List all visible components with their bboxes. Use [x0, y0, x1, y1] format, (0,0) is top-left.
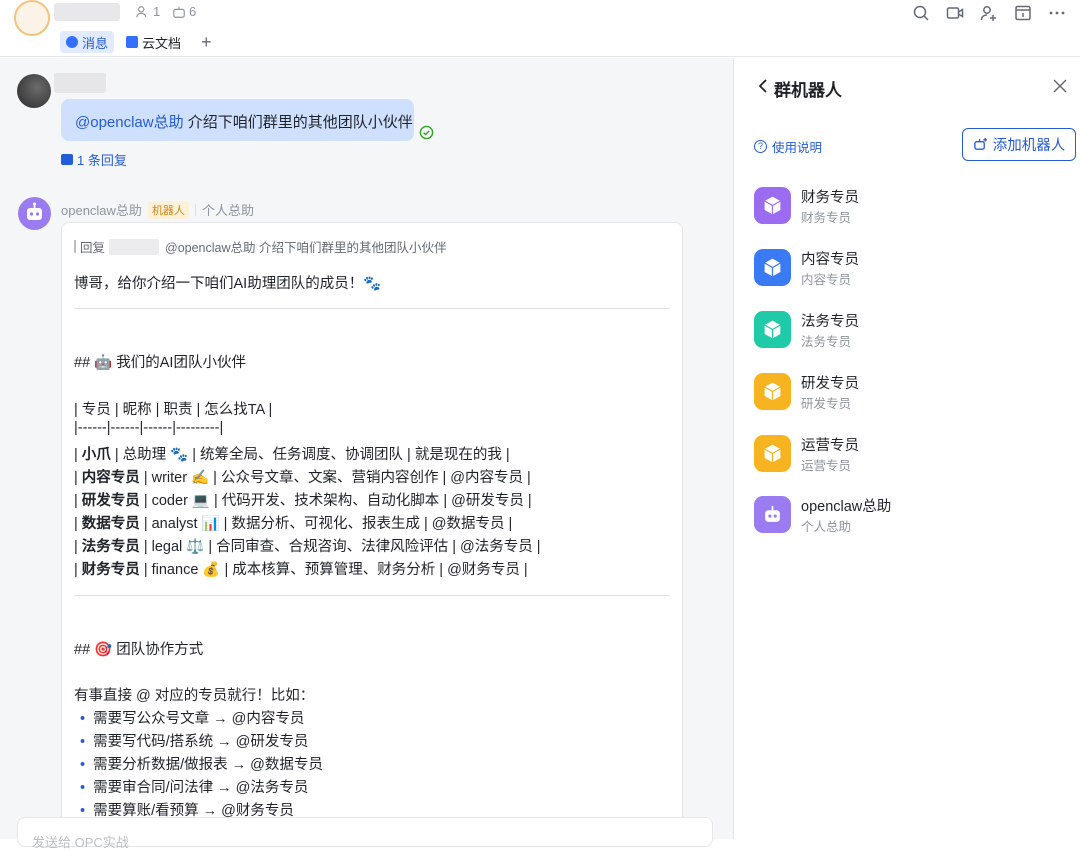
user-message-text: 介绍下咱们群里的其他团队小伙伴	[183, 114, 413, 131]
bot-list-item[interactable]: 内容专员 内容专员	[754, 248, 1054, 290]
group-avatar[interactable]	[14, 0, 50, 36]
section-title: ## 🤖 我们的AI团队小伙伴	[74, 355, 246, 371]
bot-count[interactable]: 6	[172, 4, 196, 19]
bot-list-item[interactable]: openclaw总助 个人总助	[754, 495, 1054, 537]
tab-cloud-docs[interactable]: 云文档	[120, 31, 187, 53]
cube-icon	[754, 373, 791, 410]
search-icon[interactable]	[912, 4, 930, 22]
table-row: | 研发专员 | coder 💻 | 代码开发、技术架构、自动化脚本 | @研发…	[74, 493, 532, 509]
members-icon	[136, 5, 147, 17]
chat-tabs: 消息 云文档 +	[60, 31, 212, 53]
list-item: 需要审合同/问法律 → @法务专员	[80, 776, 308, 797]
table-row: | 内容专员 | writer ✍️ | 公众号文章、文案、营销内容创作 | @…	[74, 470, 531, 486]
table-header: | 专员 | 昵称 | 职责 | 怎么找TA |	[74, 402, 273, 418]
quote-bar	[74, 240, 76, 253]
reply-icon	[61, 154, 73, 165]
user-message-bubble[interactable]: @openclaw总助 介绍下咱们群里的其他团队小伙伴	[61, 99, 414, 141]
cube-icon	[754, 311, 791, 348]
bot-list-item[interactable]: 财务专员 财务专员	[754, 186, 1054, 228]
thread-reply-link[interactable]: 1 条回复	[61, 150, 127, 169]
user-avatar[interactable]	[17, 74, 51, 108]
divider	[74, 595, 670, 596]
list-item: 需要写公众号文章 → @内容专员	[80, 707, 304, 728]
list-item: 需要写代码/搭系统 → @研发专员	[80, 730, 308, 751]
back-icon[interactable]	[756, 78, 770, 94]
video-call-icon[interactable]	[946, 4, 964, 22]
group-title-redacted[interactable]	[54, 3, 120, 21]
divider	[74, 308, 670, 309]
help-link[interactable]: ? 使用说明	[754, 137, 822, 156]
mention[interactable]: @openclaw总助	[75, 114, 184, 131]
add-tab-button[interactable]: +	[201, 31, 212, 53]
cube-icon	[754, 249, 791, 286]
help-icon: ?	[754, 140, 767, 153]
cube-icon	[754, 187, 791, 224]
chat-header: 1 6 消息 云文档 +	[0, 0, 1080, 57]
bot-subtitle: 个人总助	[201, 203, 254, 218]
header-actions	[912, 4, 1066, 22]
bot-message-card[interactable]: 回复 @openclaw总助 介绍下咱们群里的其他团队小伙伴 博哥，给你介绍一下…	[61, 222, 683, 839]
panel-title: 群机器人	[774, 81, 842, 100]
table-row: | 财务专员 | finance 💰 | 成本核算、预算管理、财务分析 | @财…	[74, 562, 528, 578]
user-name-redacted	[54, 73, 106, 93]
robot-icon	[27, 202, 42, 220]
bot-list-item[interactable]: 研发专员 研发专员	[754, 372, 1054, 414]
more-icon[interactable]	[1048, 4, 1066, 22]
quoted-user-redacted	[109, 238, 160, 255]
cube-icon	[754, 435, 791, 472]
add-bot-icon	[973, 137, 987, 150]
read-check-icon	[419, 125, 434, 140]
tab-messages[interactable]: 消息	[60, 31, 115, 53]
bot-tag: 机器人	[147, 200, 189, 219]
greeting-text: 博哥，给你介绍一下咱们AI助理团队的成员！🐾	[74, 276, 382, 292]
collab-intro: 有事直接 @ 对应的专员就行！比如：	[74, 688, 315, 704]
table-row: | 法务专员 | legal ⚖️ | 合同审查、合规咨询、法律风险评估 | @…	[74, 539, 541, 555]
bot-message-header: openclaw总助 机器人 个人总助	[61, 200, 254, 219]
table-row: | 小爪 | 总助理 🐾 | 统筹全局、任务调度、协调团队 | 就是现在的我 |	[74, 447, 510, 463]
bot-avatar[interactable]	[18, 197, 51, 230]
separator	[194, 203, 196, 216]
list-item: 需要分析数据/做报表 → @数据专员	[80, 753, 323, 774]
doc-icon	[126, 36, 139, 48]
section-title: ## 🎯 团队协作方式	[74, 642, 204, 658]
table-row: | 数据专员 | analyst 📊 | 数据分析、可视化、报表生成 | @数据…	[74, 516, 513, 532]
message-list[interactable]: @openclaw总助 介绍下咱们群里的其他团队小伙伴 1 条回复 opencl…	[0, 58, 733, 839]
message-composer[interactable]: 发送给 OPC实战	[17, 817, 713, 850]
bot-icon	[173, 6, 185, 18]
bot-list-item[interactable]: 运营专员 运营专员	[754, 434, 1054, 476]
close-icon[interactable]	[1052, 78, 1068, 94]
robot-icon	[754, 496, 791, 533]
add-bot-button[interactable]: 添加机器人	[962, 128, 1076, 161]
reply-quote[interactable]: 回复 @openclaw总助 介绍下咱们群里的其他团队小伙伴	[74, 237, 447, 256]
bot-sender-name[interactable]: openclaw总助	[61, 200, 142, 219]
group-bots-panel: 群机器人 ? 使用说明 添加机器人 财务专员 财务专员 内容专员 内容专员 法务…	[734, 58, 1080, 839]
bot-list-item[interactable]: 法务专员 法务专员	[754, 310, 1054, 352]
member-count[interactable]: 1	[136, 4, 160, 19]
pin-icon[interactable]	[1014, 4, 1032, 22]
message-icon	[66, 36, 78, 48]
table-separator: |------|------|------|---------|	[74, 420, 224, 436]
add-member-icon[interactable]	[980, 4, 998, 22]
composer-placeholder: 发送给 OPC实战	[32, 835, 129, 850]
